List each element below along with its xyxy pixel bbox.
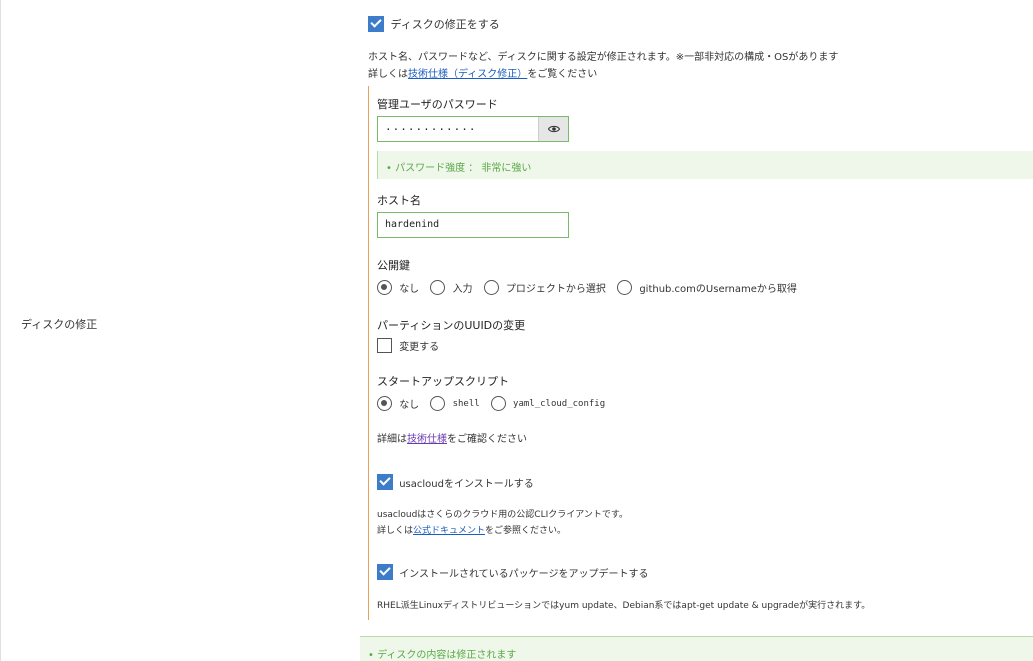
password-value: ············ <box>385 123 477 136</box>
uuid-toggle[interactable]: 変更する <box>377 338 439 353</box>
radio-button[interactable] <box>483 280 499 295</box>
row-label: ディスクの修正 <box>21 318 98 331</box>
desc-suffix: をご覧ください <box>527 69 598 80</box>
desc-prefix: 詳しくは <box>377 526 414 536</box>
radio-button[interactable] <box>377 280 392 295</box>
note-suffix: をご確認ください <box>447 434 527 445</box>
radio-button[interactable] <box>430 396 446 411</box>
tech-spec-disk-link[interactable]: 技術仕様（ディスク修正） <box>408 69 527 80</box>
update-packages-description: RHEL派生Linuxディストリビューションではyum update、Debia… <box>377 601 871 611</box>
tech-spec-link[interactable]: 技術仕様 <box>407 434 447 445</box>
disk-edit-label: ディスクの修正をする <box>390 18 500 31</box>
usacloud-desc-line1: usacloudはさくらのクラウド用の公認CLIクライアントです。 <box>377 510 628 520</box>
disk-edit-notice-text: • ディスクの内容は修正されます <box>368 650 517 661</box>
startup-script-note: 詳細は技術仕様をご確認ください <box>377 430 527 445</box>
desc-prefix: 詳しくは <box>368 69 408 80</box>
hostname-input[interactable]: hardenind <box>377 212 569 238</box>
public-key-option-input[interactable]: 入力 <box>430 280 483 295</box>
option-label: 入力 <box>452 284 473 295</box>
public-key-option-project[interactable]: プロジェクトから選択 <box>483 280 617 295</box>
hostname-label: ホスト名 <box>377 194 421 207</box>
option-label: なし <box>399 400 420 411</box>
uuid-checkbox[interactable] <box>377 338 392 353</box>
usacloud-desc-line2: 詳しくは公式ドキュメントをご参照ください。 <box>377 523 628 536</box>
radio-button[interactable] <box>617 280 633 295</box>
update-packages-checkbox[interactable] <box>377 564 393 580</box>
public-key-radio-group: なし 入力 プロジェクトから選択 github.comのUsernameから取得 <box>377 280 797 295</box>
usacloud-description: usacloudはさくらのクラウド用の公認CLIクライアントです。 詳しくは公式… <box>377 507 628 536</box>
radio-button[interactable] <box>490 396 506 411</box>
usacloud-checkbox[interactable] <box>377 474 393 490</box>
desc-suffix: をご参照ください。 <box>485 526 567 536</box>
radio-button[interactable] <box>377 396 392 411</box>
frame-left-border <box>0 0 1 661</box>
option-label: github.comのUsernameから取得 <box>639 284 797 295</box>
hostname-value: hardenind <box>385 219 440 230</box>
disk-edit-checkbox[interactable] <box>368 16 384 32</box>
uuid-label: パーティションのUUIDの変更 <box>377 319 526 332</box>
password-strength-notice: • パスワード強度 ： 非常に強い <box>377 151 1033 179</box>
official-docs-link[interactable]: 公式ドキュメント <box>413 526 485 536</box>
uuid-checkbox-label: 変更する <box>399 342 440 353</box>
option-label: プロジェクトから選択 <box>505 284 606 295</box>
public-key-option-github[interactable]: github.comのUsernameから取得 <box>617 280 797 295</box>
startup-option-yaml[interactable]: yaml_cloud_config <box>490 396 606 411</box>
public-key-label: 公開鍵 <box>377 259 410 272</box>
disk-edit-desc-line1: ホスト名、パスワードなど、ディスクに関する設定が修正されます。※一部非対応の構成… <box>368 52 839 63</box>
startup-option-shell[interactable]: shell <box>430 396 490 411</box>
password-strength-text: • パスワード強度 ： 非常に強い <box>386 163 532 174</box>
usacloud-toggle[interactable]: usacloudをインストールする <box>377 474 534 490</box>
eye-icon[interactable] <box>538 117 568 141</box>
update-packages-toggle[interactable]: インストールされているパッケージをアップデートする <box>377 564 649 580</box>
radio-button[interactable] <box>430 280 446 295</box>
disk-edit-toggle[interactable]: ディスクの修正をする <box>368 16 500 32</box>
startup-script-radio-group: なし shell yaml_cloud_config <box>377 396 605 411</box>
option-label: yaml_cloud_config <box>513 398 606 409</box>
note-prefix: 詳細は <box>377 434 407 445</box>
password-label: 管理ユーザのパスワード <box>377 98 498 111</box>
password-field[interactable]: ············ <box>377 116 569 142</box>
option-label: shell <box>452 398 480 409</box>
public-key-option-none[interactable]: なし <box>377 280 430 295</box>
usacloud-checkbox-label: usacloudをインストールする <box>399 478 534 490</box>
disk-edit-desc-line2: 詳しくは技術仕様（ディスク修正）をご覧ください <box>368 65 838 80</box>
option-label: なし <box>399 284 420 295</box>
disk-edit-notice: • ディスクの内容は修正されます <box>360 636 1033 661</box>
startup-script-label: スタートアップスクリプト <box>377 375 509 388</box>
update-packages-label: インストールされているパッケージをアップデートする <box>399 568 649 580</box>
disk-edit-description: ホスト名、パスワードなど、ディスクに関する設定が修正されます。※一部非対応の構成… <box>368 48 838 80</box>
startup-option-none[interactable]: なし <box>377 396 430 411</box>
